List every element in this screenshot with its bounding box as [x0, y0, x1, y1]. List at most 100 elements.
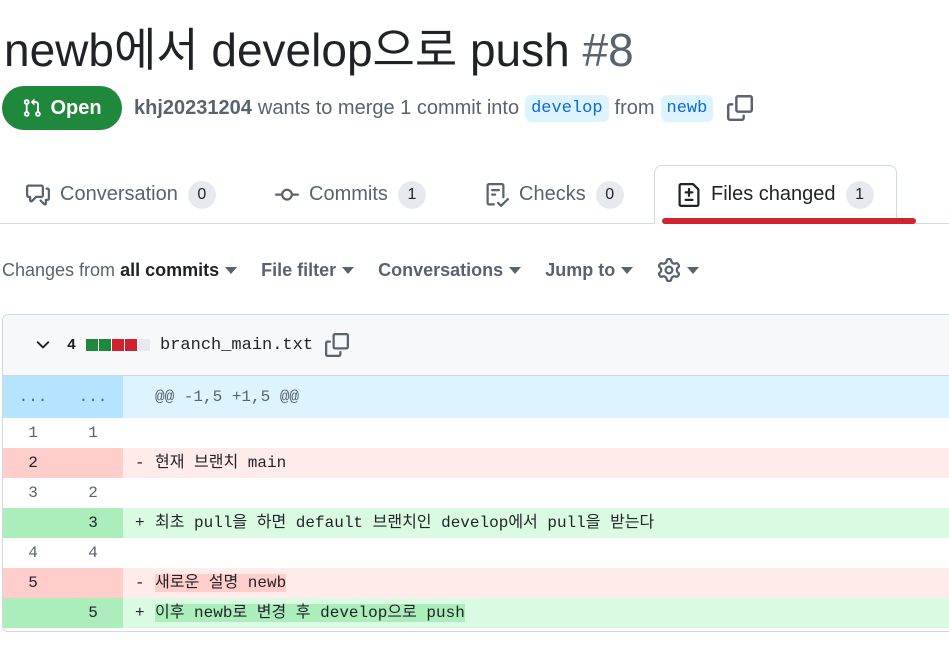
- file-filter-dropdown[interactable]: File filter: [261, 259, 355, 281]
- old-line-number[interactable]: [3, 508, 63, 538]
- tab-count: 1: [397, 180, 426, 209]
- from-text: from: [614, 96, 655, 119]
- tab-label: Files changed: [711, 183, 836, 205]
- new-line-number[interactable]: [63, 448, 123, 478]
- old-line-number[interactable]: 5: [3, 568, 63, 598]
- old-line-number[interactable]: 3: [3, 478, 63, 508]
- diff-line: 4 4: [3, 538, 949, 568]
- line-text: 현재 브랜치 main: [155, 454, 287, 472]
- pr-title-text: newb에서 develop으로 push: [4, 24, 570, 76]
- changes-from-dropdown[interactable]: Changes from all commits: [2, 259, 238, 281]
- chevron-down-icon[interactable]: [33, 335, 53, 355]
- diff-toolbar: Changes from all commits File filter Con…: [2, 256, 723, 284]
- copy-icon[interactable]: [727, 95, 754, 121]
- caret-down-icon: [342, 266, 355, 274]
- copy-icon[interactable]: [325, 333, 350, 357]
- caret-down-icon: [621, 266, 634, 274]
- diff-sign: +: [135, 514, 145, 532]
- caret-down-icon: [509, 266, 522, 274]
- line-text-highlight: 새로운 설명 newb: [155, 574, 287, 592]
- jump-to-label: Jump to: [545, 259, 616, 280]
- tab-checks[interactable]: Checks 0: [485, 165, 624, 224]
- tab-label: Commits: [309, 183, 388, 205]
- new-line-number[interactable]: [63, 568, 123, 598]
- base-branch[interactable]: develop: [525, 94, 609, 122]
- hunk-header: @@ -1,5 +1,5 @@: [155, 388, 300, 406]
- conversations-dropdown[interactable]: Conversations: [378, 259, 522, 281]
- old-line-number[interactable]: 2: [3, 448, 63, 478]
- diffstat-block: [99, 339, 112, 351]
- diff-line-addition: 3 + 최초 pull을 하면 default 브랜치인 develop에서 pu…: [3, 508, 949, 538]
- changes-value: all commits: [120, 259, 220, 280]
- tab-count: 0: [187, 180, 216, 209]
- tab-files-changed[interactable]: Files changed 1: [654, 165, 897, 224]
- annotation-underline: [662, 218, 916, 224]
- line-code: - 새로운 설명 newb: [123, 568, 949, 598]
- new-line-number[interactable]: 2: [63, 478, 123, 508]
- head-branch[interactable]: newb: [660, 94, 714, 122]
- pr-title: newb에서 develop으로 push #8: [4, 14, 634, 80]
- diff-line: 1 1: [3, 418, 949, 448]
- tab-conversation[interactable]: Conversation 0: [26, 165, 216, 224]
- line-text: 최초 pull을 하면 default 브랜치인 develop에서 pull을…: [155, 514, 655, 532]
- merge-description: khj20231204 wants to merge 1 commit into…: [134, 94, 754, 122]
- author-link[interactable]: khj20231204: [134, 97, 252, 120]
- new-line-number[interactable]: 4: [63, 538, 123, 568]
- file-filter-label: File filter: [261, 259, 337, 280]
- tab-commits[interactable]: Commits 1: [275, 165, 426, 224]
- merge-text: wants to merge 1 commit into: [257, 96, 520, 119]
- file-name[interactable]: branch_main.txt: [160, 336, 313, 355]
- line-code: + 이후 newb로 변경 후 develop으로 push: [123, 598, 949, 628]
- diff-line-addition: 5 + 이후 newb로 변경 후 develop으로 push: [3, 598, 949, 628]
- gear-icon: [658, 258, 681, 282]
- hunk-header-row: ... ... @@ -1,5 +1,5 @@: [3, 376, 949, 418]
- checklist-icon: [486, 182, 509, 207]
- diff-line: 3 2: [3, 478, 949, 508]
- changes-prefix: Changes from: [2, 259, 116, 280]
- new-line-number[interactable]: 3: [63, 508, 123, 538]
- tab-label: Conversation: [60, 183, 178, 205]
- tab-count: 1: [845, 180, 874, 209]
- line-text-highlight: 이후 newb로 변경 후 develop으로 push: [155, 604, 465, 622]
- settings-dropdown[interactable]: [657, 258, 700, 282]
- diff-line-deletion: 2 - 현재 브랜치 main: [3, 448, 949, 478]
- diffstat-block: [138, 339, 151, 351]
- commit-icon: [275, 188, 299, 201]
- tab-label: Checks: [519, 183, 586, 205]
- diff-sign: -: [135, 574, 145, 592]
- caret-down-icon: [225, 266, 238, 274]
- diffstat-block: [125, 339, 138, 351]
- expand-right[interactable]: ...: [63, 376, 123, 418]
- diffstat: [86, 339, 151, 351]
- pr-meta: Open khj20231204 wants to merge 1 commit…: [2, 86, 754, 130]
- pr-number: #8: [582, 24, 634, 76]
- diff-sign: -: [135, 454, 145, 472]
- old-line-number[interactable]: 4: [3, 538, 63, 568]
- diff-sign: +: [135, 604, 145, 622]
- tab-count: 0: [595, 180, 624, 209]
- old-line-number[interactable]: [3, 598, 63, 628]
- diffstat-block: [86, 339, 99, 351]
- diffstat-block: [112, 339, 125, 351]
- line-code: + 최초 pull을 하면 default 브랜치인 develop에서 pull…: [123, 508, 949, 538]
- pull-request-icon: [24, 98, 42, 117]
- conversations-label: Conversations: [378, 259, 504, 280]
- file-diff: 4 branch_main.txt ... ... @@ -1,5 +1,5 @…: [2, 314, 949, 632]
- caret-down-icon: [687, 266, 700, 274]
- diff-line-deletion: 5 - 새로운 설명 newb: [3, 568, 949, 598]
- new-line-number[interactable]: 5: [63, 598, 123, 628]
- conversation-icon: [26, 184, 50, 205]
- pr-tabs: Conversation 0 Commits 1 Checks 0 Files …: [0, 165, 949, 224]
- expand-left[interactable]: ...: [3, 376, 63, 418]
- state-badge: Open: [2, 86, 122, 130]
- new-line-number[interactable]: 1: [63, 418, 123, 448]
- state-label: Open: [50, 96, 102, 119]
- jump-to-dropdown[interactable]: Jump to: [545, 259, 634, 281]
- file-diff-icon: [678, 182, 700, 207]
- old-line-number[interactable]: 1: [3, 418, 63, 448]
- changes-count: 4: [67, 336, 77, 354]
- line-code: - 현재 브랜치 main: [123, 448, 949, 478]
